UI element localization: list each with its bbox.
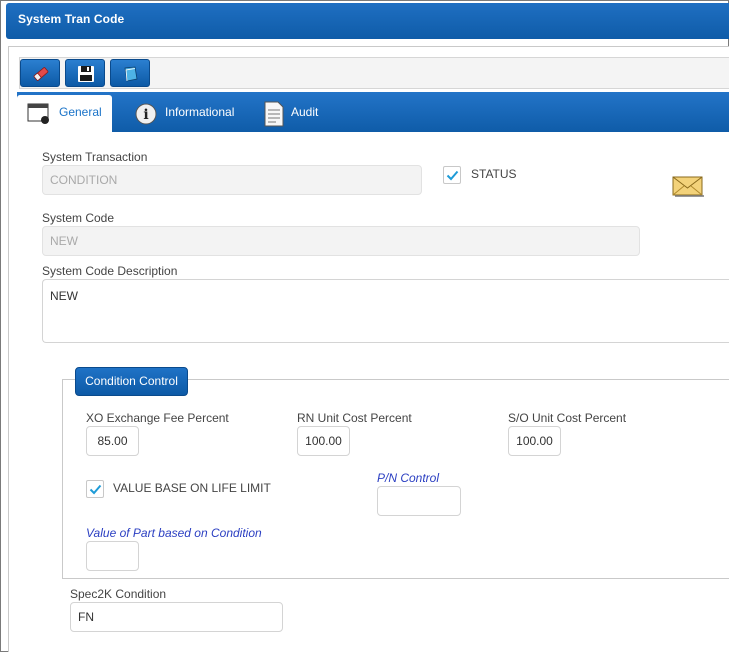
status-checkbox[interactable] bbox=[443, 166, 461, 184]
pn-control-field[interactable] bbox=[377, 486, 461, 516]
spec2k-condition-field[interactable]: FN bbox=[70, 602, 283, 632]
system-code-description-label: System Code Description bbox=[42, 264, 178, 278]
checkmark-icon bbox=[446, 170, 459, 181]
main-panel: General i Informational Audit System Tra… bbox=[8, 46, 729, 652]
tab-informational-label: Informational bbox=[165, 105, 235, 119]
checkmark-icon bbox=[89, 484, 102, 495]
pn-control-label: P/N Control bbox=[377, 471, 440, 485]
save-button[interactable] bbox=[65, 59, 105, 87]
tab-informational[interactable]: i Informational bbox=[122, 95, 247, 132]
eraser-button[interactable] bbox=[20, 59, 60, 87]
xo-exchange-fee-field[interactable]: 85.00 bbox=[86, 426, 139, 456]
tab-general[interactable]: General bbox=[17, 95, 112, 132]
value-of-part-field[interactable] bbox=[86, 541, 139, 571]
rn-unit-cost-label: RN Unit Cost Percent bbox=[297, 411, 412, 425]
system-code-field[interactable]: NEW bbox=[42, 226, 640, 256]
toolbar bbox=[19, 57, 729, 89]
system-code-label: System Code bbox=[42, 211, 115, 225]
title-bar: System Tran Code bbox=[6, 3, 729, 39]
system-code-description-textarea[interactable]: NEW bbox=[42, 279, 729, 343]
info-icon: i bbox=[135, 103, 157, 125]
svg-text:i: i bbox=[143, 107, 148, 123]
so-unit-cost-field[interactable]: 100.00 bbox=[508, 426, 561, 456]
window-title: System Tran Code bbox=[18, 12, 125, 26]
tab-general-label: General bbox=[59, 105, 102, 119]
spec2k-condition-label: Spec2K Condition bbox=[70, 587, 167, 601]
envelope-icon[interactable] bbox=[672, 175, 704, 197]
tab-audit[interactable]: Audit bbox=[255, 95, 335, 132]
value-base-on-life-limit-checkbox[interactable] bbox=[86, 480, 104, 498]
system-transaction-field[interactable]: CONDITION bbox=[42, 165, 422, 195]
tab-audit-label: Audit bbox=[291, 105, 319, 119]
value-of-part-label: Value of Part based on Condition bbox=[86, 526, 262, 540]
floppy-disk-icon bbox=[78, 66, 94, 82]
value-base-on-life-limit-label: VALUE BASE ON LIFE LIMIT bbox=[113, 481, 271, 495]
status-label: STATUS bbox=[471, 167, 517, 181]
rn-unit-cost-field[interactable]: 100.00 bbox=[297, 426, 350, 456]
so-unit-cost-label: S/O Unit Cost Percent bbox=[508, 411, 627, 425]
document-icon bbox=[264, 101, 284, 127]
window-icon bbox=[27, 103, 49, 124]
book-button[interactable] bbox=[110, 59, 150, 87]
eraser-icon bbox=[33, 67, 49, 81]
book-icon bbox=[124, 66, 138, 82]
condition-control-title: Condition Control bbox=[75, 367, 188, 396]
xo-exchange-fee-label: XO Exchange Fee Percent bbox=[86, 411, 229, 425]
tab-bar: General i Informational Audit bbox=[17, 92, 729, 132]
system-transaction-label: System Transaction bbox=[42, 150, 148, 164]
